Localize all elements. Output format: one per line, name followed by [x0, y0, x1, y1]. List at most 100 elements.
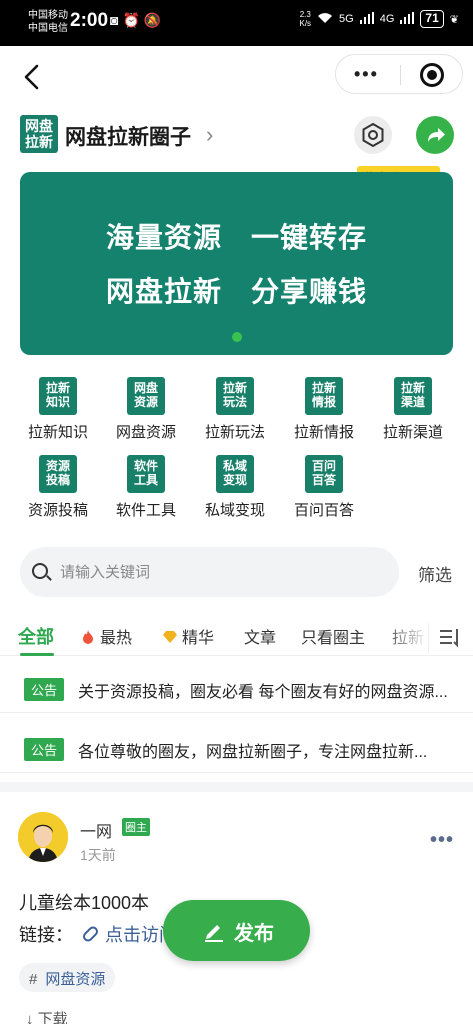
- avatar-illustration: [18, 812, 68, 862]
- search-input[interactable]: [60, 559, 380, 585]
- promo-banner[interactable]: 海量资源 一键转存 网盘拉新 分享赚钱: [20, 172, 453, 355]
- net-speed: 2.3 K/s: [299, 10, 311, 28]
- download-action[interactable]: ↓ 下载: [26, 1008, 68, 1024]
- category-lanew-play[interactable]: 拉新 玩法 拉新玩法: [191, 377, 279, 442]
- hexagon-settings-icon: [362, 122, 384, 148]
- category-label: 拉新情报: [293, 424, 354, 441]
- category-label: 拉新知识: [27, 424, 88, 441]
- mute-icon: 🔕: [143, 12, 166, 28]
- carrier-2: 中国电信: [28, 23, 68, 34]
- tab-owner-only[interactable]: 只看圈主: [301, 624, 365, 648]
- category-label: 拉新玩法: [204, 424, 265, 441]
- category-label: 私域变现: [204, 502, 265, 519]
- link-icon: [80, 924, 101, 944]
- status-bar: 中国移动 中国电信 2:00 ◙⏰🔕 2.3 K/s 5G 4G 71 ❦: [0, 0, 473, 46]
- category-label: 百问百答: [293, 502, 354, 519]
- notice-text: 各位尊敬的圈友，网盘拉新圈子，专注网盘拉新...: [78, 744, 428, 761]
- category-netdisk-resources[interactable]: 网盘 资源 网盘资源: [102, 377, 190, 442]
- search-bar: [20, 547, 399, 597]
- category-lanew-intel[interactable]: 拉新 情报 拉新情报: [280, 377, 368, 442]
- category-icon: 拉新 渠道: [394, 377, 432, 415]
- tabs-fade: [380, 620, 430, 654]
- more-menu-button[interactable]: •••: [354, 65, 379, 83]
- category-lanew-knowledge[interactable]: 拉新 知识 拉新知识: [14, 377, 102, 442]
- back-button[interactable]: [18, 62, 46, 92]
- banner-line-2: 网盘拉新 分享赚钱: [105, 275, 367, 308]
- carrier-info: 中国移动 中国电信: [28, 9, 68, 35]
- search-icon: [32, 563, 48, 579]
- chevron-right-icon[interactable]: ›: [206, 122, 213, 148]
- logo-line-2: 拉新: [25, 134, 53, 150]
- tab-featured[interactable]: 精华: [162, 624, 214, 648]
- publish-label: 发布: [234, 923, 274, 945]
- share-arrow-icon: [428, 128, 445, 142]
- tab-articles[interactable]: 文章: [244, 624, 276, 648]
- notification-icons: ◙⏰🔕: [110, 12, 165, 29]
- author-avatar[interactable]: [18, 812, 68, 862]
- category-icon: 拉新 玩法: [216, 377, 254, 415]
- signal-bars-icon-2: [400, 11, 415, 27]
- status-right: 2.3 K/s 5G 4G 71 ❦: [299, 10, 459, 28]
- category-icon: 百问 百答: [305, 455, 343, 493]
- signal-bars-icon: [359, 11, 374, 27]
- hash-icon: #: [29, 971, 38, 988]
- net-speed-value: 2.3: [299, 10, 311, 19]
- carrier-1: 中国移动: [28, 10, 68, 21]
- category-icon: 私域 变现: [216, 455, 254, 493]
- category-icon: 拉新 情报: [305, 377, 343, 415]
- post-time: 1天前: [80, 847, 116, 863]
- category-label: 资源投稿: [27, 502, 88, 519]
- banner-line-1: 海量资源 一键转存: [105, 221, 367, 254]
- net-speed-unit: K/s: [299, 19, 312, 28]
- post-more-button[interactable]: •••: [430, 830, 454, 850]
- notice-item[interactable]: 公告 各位尊敬的圈友，网盘拉新圈子，专注网盘拉新...: [0, 721, 473, 773]
- notice-tag: 公告: [24, 738, 65, 761]
- pencil-icon: [205, 925, 223, 942]
- section-divider: [0, 782, 473, 792]
- category-qa[interactable]: 百问 百答 百问百答: [280, 455, 368, 520]
- clock: 2:00: [70, 10, 109, 31]
- fire-icon: [83, 630, 93, 644]
- active-tab-indicator: [20, 653, 54, 656]
- tab-label: 精华: [182, 630, 215, 647]
- author-name[interactable]: 一网: [80, 818, 112, 842]
- category-icon: 资源 投稿: [39, 455, 77, 493]
- circle-header: 网盘 拉新 网盘拉新圈子 ›: [20, 115, 460, 155]
- category-private-traffic[interactable]: 私域 变现 私域变现: [191, 455, 279, 520]
- download-label: 下载: [37, 1011, 68, 1024]
- filter-button[interactable]: 筛选: [418, 561, 452, 586]
- battery-indicator: 71: [420, 10, 444, 28]
- tab-all[interactable]: 全部: [18, 623, 54, 649]
- close-mini-program-button[interactable]: [420, 63, 444, 87]
- category-software-tools[interactable]: 软件 工具 软件工具: [102, 455, 190, 520]
- owner-badge: 圈主: [122, 818, 150, 836]
- settings-button[interactable]: [354, 116, 392, 154]
- carousel-indicator: [232, 332, 242, 342]
- tabs-menu-button[interactable]: [428, 623, 473, 653]
- mini-program-capsule: •••: [335, 54, 463, 94]
- circle-name[interactable]: 网盘拉新圈子: [65, 121, 191, 151]
- logo-line-1: 网盘: [25, 118, 53, 134]
- category-lanew-channels[interactable]: 拉新 渠道 拉新渠道: [369, 377, 457, 442]
- category-resource-submission[interactable]: 资源 投稿 资源投稿: [14, 455, 102, 520]
- topic-chip[interactable]: # 网盘资源: [19, 963, 116, 992]
- tab-hottest[interactable]: 最热: [80, 624, 132, 648]
- notice-tag: 公告: [24, 678, 65, 701]
- alarm-icon: ⏰: [122, 12, 144, 28]
- notice-item[interactable]: 公告 关于资源投稿，圈友必看 每个圈友有好的网盘资源...: [0, 661, 473, 713]
- wifi-icon: [317, 12, 333, 27]
- share-button[interactable]: [416, 116, 454, 154]
- nav-bar: •••: [0, 46, 473, 108]
- chevron-left-icon: [24, 64, 39, 90]
- capsule-divider: [400, 65, 401, 85]
- notice-text: 关于资源投稿，圈友必看 每个圈友有好的网盘资源...: [78, 684, 448, 701]
- post-title[interactable]: 儿童绘本1000本: [19, 889, 149, 915]
- category-label: 软件工具: [115, 502, 176, 519]
- circle-logo: 网盘 拉新: [20, 115, 58, 153]
- publish-button[interactable]: 发布: [163, 900, 310, 961]
- category-icon: 软件 工具: [127, 455, 165, 493]
- feed-tabs: 全部 最热 精华 文章 只看圈主 拉新: [0, 620, 473, 656]
- sort-list-icon: [440, 629, 458, 648]
- post-link-label: 链接：: [19, 925, 73, 945]
- category-icon: 拉新 知识: [39, 377, 77, 415]
